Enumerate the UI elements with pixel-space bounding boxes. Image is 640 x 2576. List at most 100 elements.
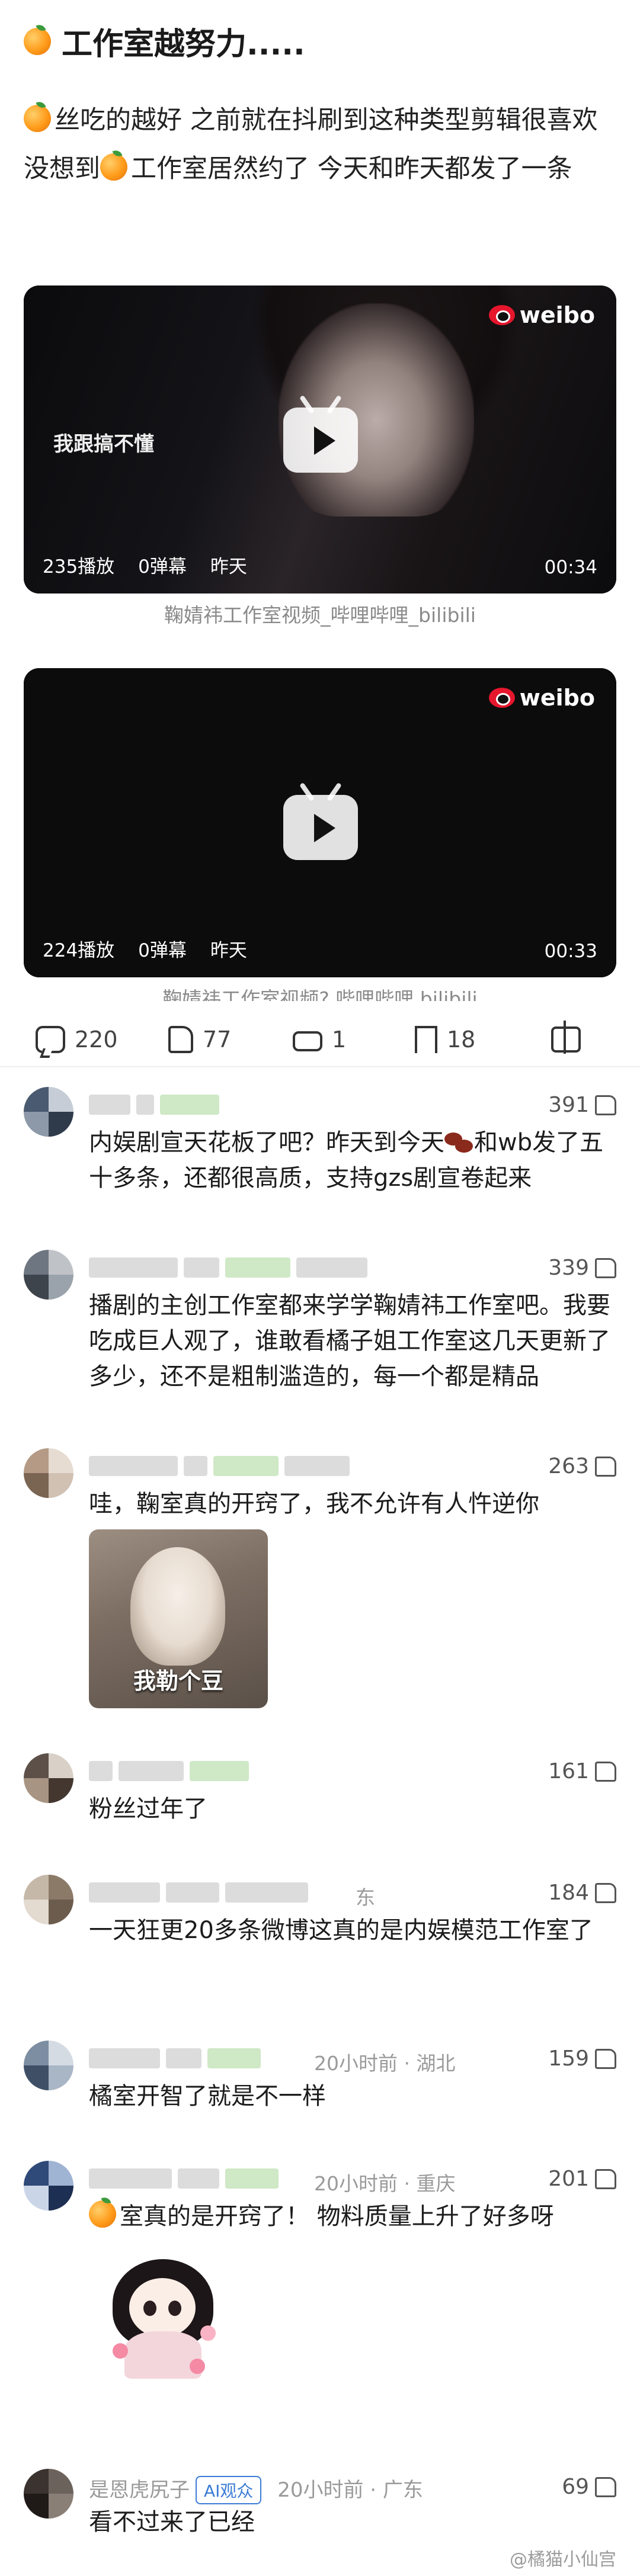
post-title-text: 工作室越努力..... <box>62 27 305 62</box>
thumbs-up-icon <box>595 1761 616 1782</box>
comment-text: 橘室开智了就是不一样 <box>89 2083 326 2110</box>
video-card-2[interactable]: weibo 224播放 0弹幕 昨天 00:33 <box>24 668 616 977</box>
comment-like-count: 339 <box>548 1256 589 1280</box>
video-stats: 224播放 0弹幕 昨天 <box>43 935 247 962</box>
video-subtitle: 我跟搞不懂 <box>53 432 154 456</box>
comment-text: 内娱剧宣天花板了吧？昨天到今天 和wb发了五十多条，还都很高质，支持gzs剧宣卷起… <box>89 1129 604 1192</box>
orange-emoji-icon <box>100 153 127 181</box>
comment-button[interactable]: 220 <box>36 1026 118 1053</box>
comment-like-button[interactable]: 263 <box>548 1454 616 1478</box>
play-count: 224播放 <box>43 940 115 961</box>
avatar[interactable] <box>24 1087 73 1137</box>
comment-text: 粉丝过年了 <box>89 1795 207 1823</box>
comment-like-count: 201 <box>548 2167 589 2191</box>
avatar[interactable] <box>24 2469 73 2519</box>
avatar[interactable] <box>24 1448 73 1498</box>
danmaku-count: 0弹幕 <box>138 556 187 578</box>
avatar[interactable] <box>24 2161 73 2211</box>
repost-icon <box>293 1031 322 1051</box>
username-row: 是恩虎尻子 AI观众 20小时前 · 广东 <box>89 2474 423 2504</box>
orange-emoji-icon <box>89 2200 116 2228</box>
sticker-caption: 我勒个豆 <box>133 1668 223 1694</box>
comment-like-count: 184 <box>548 1881 589 1905</box>
blurred-username[interactable] <box>89 2046 261 2070</box>
comment-like-button[interactable]: 391 <box>548 1093 616 1117</box>
bookmark-icon <box>415 1026 437 1053</box>
thumbs-up-icon <box>595 1456 616 1477</box>
favorite-button[interactable]: 18 <box>415 1026 475 1053</box>
comment-meta: 20小时前 · 广东 <box>277 2478 423 2502</box>
comment-like-count: 263 <box>548 1454 589 1478</box>
bean-emoji-icon <box>444 1131 474 1153</box>
thumbs-up-icon <box>168 1026 193 1053</box>
thumbs-up-icon <box>595 2048 616 2069</box>
action-bar: 220 77 1 18 <box>0 1013 640 1066</box>
thumbs-up-icon <box>595 1882 616 1903</box>
comment-icon <box>36 1026 65 1053</box>
gift-button[interactable] <box>551 1021 581 1054</box>
comment-count: 220 <box>75 1026 118 1053</box>
post-body: 丝吃的越好 之前就在抖刷到这种类型剪辑很喜欢 没想到 工作室居然约了 今天和昨天都… <box>24 96 616 193</box>
video-card-1[interactable]: weibo 我跟搞不懂 235播放 0弹幕 昨天 00:34 <box>24 285 616 594</box>
comment-text: 看不过来了已经 <box>89 2508 255 2536</box>
thumbs-up-icon <box>595 2168 616 2189</box>
comment-like-count: 69 <box>562 2475 589 2499</box>
thumbs-up-icon <box>595 2476 616 2497</box>
comment-like-button[interactable]: 69 <box>562 2475 616 2499</box>
comment-like-button[interactable]: 159 <box>548 2046 616 2071</box>
comment-text: 一天狂更20多条微博这真的是内娱模范工作室了 <box>89 1917 593 1944</box>
thumbs-up-icon <box>595 1257 616 1278</box>
cartoon-girl-sticker[interactable] <box>101 2254 225 2379</box>
avatar[interactable] <box>24 1875 73 1924</box>
post-title: 工作室越努力..... <box>24 19 305 63</box>
comment-like-count: 391 <box>548 1093 589 1117</box>
comment-like-button[interactable]: 161 <box>548 1759 616 1783</box>
danmaku-count: 0弹幕 <box>138 940 187 961</box>
gift-icon <box>551 1021 581 1054</box>
comment-like-button[interactable]: 201 <box>548 2167 616 2191</box>
comment-like-button[interactable]: 184 <box>548 1881 616 1905</box>
comment-text: 室真的是开窍了！ 物料质量上升了好多呀 <box>89 2199 622 2234</box>
video-stats: 235播放 0弹幕 昨天 <box>43 551 247 578</box>
weibo-logo-icon: weibo <box>488 302 595 328</box>
blurred-username[interactable] <box>89 2167 279 2190</box>
video-source-link[interactable]: 鞠婧祎工作室视频_哔哩哔哩_bilibili <box>24 599 616 628</box>
play-count: 235播放 <box>43 556 115 578</box>
blurred-username[interactable] <box>89 1454 350 1478</box>
blurred-username[interactable] <box>89 1256 367 1279</box>
video-duration: 00:34 <box>544 557 597 578</box>
play-icon[interactable] <box>283 795 358 860</box>
comment-text: 哇，鞠室真的开窍了，我不允许有人忤逆你 <box>89 1490 539 1518</box>
video-source-link[interactable]: 鞠婧祎工作室视频? 哔哩哔哩 bilibili <box>24 983 616 1001</box>
play-icon[interactable] <box>283 408 358 473</box>
comment-text: 播剧的主创工作室都来学学鞠婧祎工作室吧。我要吃成巨人观了，谁敢看橘子姐工作室这几… <box>89 1292 610 1390</box>
favorite-count: 18 <box>447 1026 476 1053</box>
avatar[interactable] <box>24 2041 73 2090</box>
comment-like-count: 159 <box>548 2046 589 2071</box>
repost-count: 1 <box>332 1026 347 1053</box>
divider <box>0 1066 640 1067</box>
video-date: 昨天 <box>210 556 247 578</box>
comment-like-count: 161 <box>548 1759 589 1783</box>
avatar[interactable] <box>24 1753 73 1803</box>
comment-like-button[interactable]: 339 <box>548 1256 616 1280</box>
avatar[interactable] <box>24 1250 73 1300</box>
thumbs-up-icon <box>595 1095 616 1115</box>
blurred-username[interactable] <box>89 1759 249 1783</box>
username[interactable]: 是恩虎尻子 <box>89 2478 190 2502</box>
comment-meta: 20小时前 · 重庆 <box>314 2172 456 2195</box>
video-date: 昨天 <box>210 940 247 961</box>
post-body-text-2: 工作室居然约了 今天和昨天都发了一条 <box>131 154 572 184</box>
weibo-logo-icon: weibo <box>488 685 595 711</box>
blurred-username[interactable] <box>89 1093 219 1117</box>
meme-sticker-image[interactable]: 我勒个豆 <box>89 1529 268 1708</box>
comment-meta: 东 <box>356 1886 375 1909</box>
watermark: @橘猫小仙宫 <box>510 2549 616 2570</box>
like-count: 77 <box>203 1026 232 1053</box>
orange-emoji-icon <box>24 27 51 55</box>
comment-meta: 20小时前 · 湖北 <box>314 2052 456 2075</box>
like-button[interactable]: 77 <box>168 1026 231 1053</box>
ai-audience-badge: AI观众 <box>196 2476 262 2504</box>
blurred-username[interactable] <box>89 1881 308 1904</box>
repost-button[interactable]: 1 <box>293 1026 346 1053</box>
